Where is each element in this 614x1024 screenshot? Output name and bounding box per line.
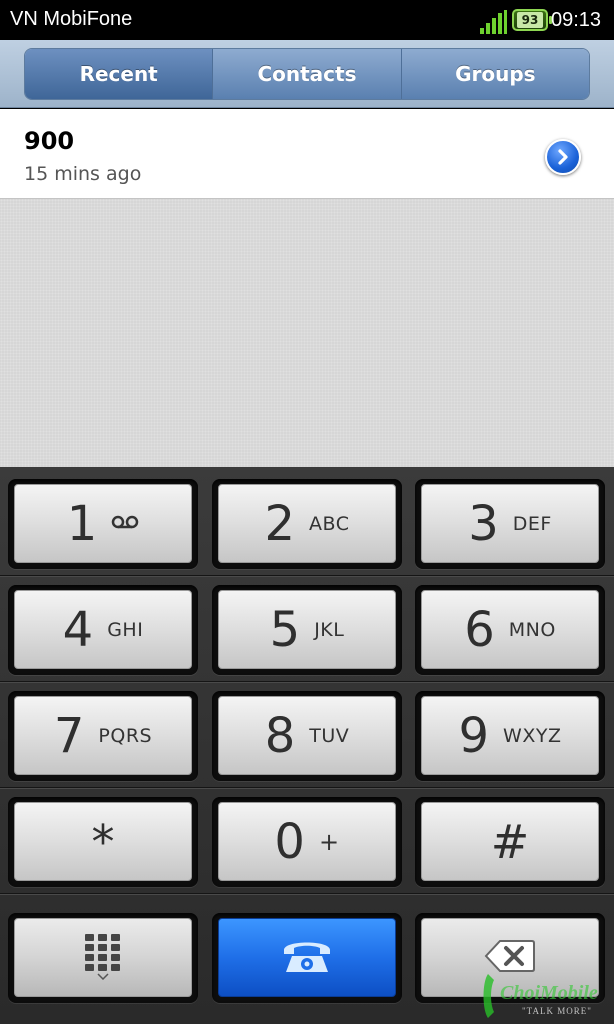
- signal-strength-icon: [480, 10, 508, 34]
- clock: 09:13: [551, 9, 602, 31]
- backspace-well: [415, 913, 605, 1003]
- key-9[interactable]: 9 WXYZ: [421, 696, 599, 775]
- key-digit: 7: [53, 707, 85, 764]
- status-bar: VN MobiFone 93 09:13: [0, 0, 614, 40]
- key-6-well: 6 MNO: [415, 585, 605, 675]
- key-2[interactable]: 2 ABC: [218, 484, 396, 563]
- key-digit: 1: [66, 495, 98, 552]
- key-8[interactable]: 8 TUV: [218, 696, 396, 775]
- backspace-icon: [484, 939, 536, 977]
- recent-calls-list: 900 15 mins ago: [0, 109, 614, 467]
- key-digit: 2: [264, 495, 296, 552]
- divider: [0, 893, 614, 895]
- list-item[interactable]: 900 15 mins ago: [0, 109, 614, 199]
- key-digit: 0: [274, 813, 305, 870]
- divider: [0, 787, 614, 789]
- hide-keypad-well: [8, 913, 198, 1003]
- divider: [0, 575, 614, 577]
- call-well: [212, 913, 402, 1003]
- chevron-right-icon[interactable]: [545, 139, 581, 175]
- key-star-well: *: [8, 797, 198, 887]
- key-letters: ABC: [309, 512, 350, 535]
- key-hash-well: #: [415, 797, 605, 887]
- segmented-control: Recent Contacts Groups: [24, 48, 590, 100]
- key-digit: 5: [269, 601, 301, 658]
- key-1[interactable]: 1: [14, 484, 192, 563]
- key-3[interactable]: 3 DEF: [421, 484, 599, 563]
- voicemail-icon: [111, 514, 139, 533]
- key-5-well: 5 JKL: [212, 585, 402, 675]
- key-star[interactable]: *: [14, 802, 192, 881]
- key-digit: 3: [468, 495, 499, 552]
- divider: [0, 681, 614, 683]
- key-8-well: 8 TUV: [212, 691, 402, 781]
- key-9-well: 9 WXYZ: [415, 691, 605, 781]
- key-letters: WXYZ: [503, 724, 562, 747]
- key-4[interactable]: 4 GHI: [14, 590, 192, 669]
- tab-bar: Recent Contacts Groups: [0, 40, 614, 108]
- key-3-well: 3 DEF: [415, 479, 605, 569]
- key-digit: 8: [264, 707, 296, 764]
- key-4-well: 4 GHI: [8, 585, 198, 675]
- key-digit: *: [91, 814, 115, 869]
- key-7-well: 7 PQRS: [8, 691, 198, 781]
- phone-handset-icon: [280, 936, 334, 980]
- call-button[interactable]: [218, 918, 396, 997]
- backspace-button[interactable]: [421, 918, 599, 997]
- key-digit: 4: [62, 601, 94, 658]
- key-digit: 9: [458, 707, 490, 764]
- keypad-grid-icon: [83, 932, 123, 984]
- key-digit: #: [490, 814, 530, 869]
- tab-contacts[interactable]: Contacts: [213, 49, 402, 99]
- hide-keypad-button[interactable]: [14, 918, 192, 997]
- key-2-well: 2 ABC: [212, 479, 402, 569]
- dial-keypad: 1 2 ABC 3 DEF 4 GHI 5 JKL 6 MNO 7 PQRS 8…: [0, 467, 614, 1024]
- key-letters: GHI: [107, 618, 144, 641]
- key-6[interactable]: 6 MNO: [421, 590, 599, 669]
- key-7[interactable]: 7 PQRS: [14, 696, 192, 775]
- key-letters: TUV: [309, 724, 350, 747]
- key-hash[interactable]: #: [421, 802, 599, 881]
- key-0[interactable]: 0 +: [218, 802, 396, 881]
- key-1-well: 1: [8, 479, 198, 569]
- key-5[interactable]: 5 JKL: [218, 590, 396, 669]
- carrier-name: VN MobiFone: [10, 8, 133, 30]
- tab-recent[interactable]: Recent: [25, 49, 214, 99]
- call-time: 15 mins ago: [24, 163, 142, 185]
- key-digit: 6: [464, 601, 495, 658]
- battery-icon: 93: [512, 9, 552, 31]
- key-0-well: 0 +: [212, 797, 402, 887]
- key-letters: PQRS: [98, 724, 153, 747]
- key-letters: MNO: [508, 618, 556, 641]
- key-letters: +: [318, 827, 340, 856]
- battery-level: 93: [517, 12, 543, 28]
- call-number: 900: [24, 127, 75, 155]
- key-letters: DEF: [512, 512, 552, 535]
- tab-groups[interactable]: Groups: [401, 49, 589, 99]
- key-letters: JKL: [314, 618, 345, 641]
